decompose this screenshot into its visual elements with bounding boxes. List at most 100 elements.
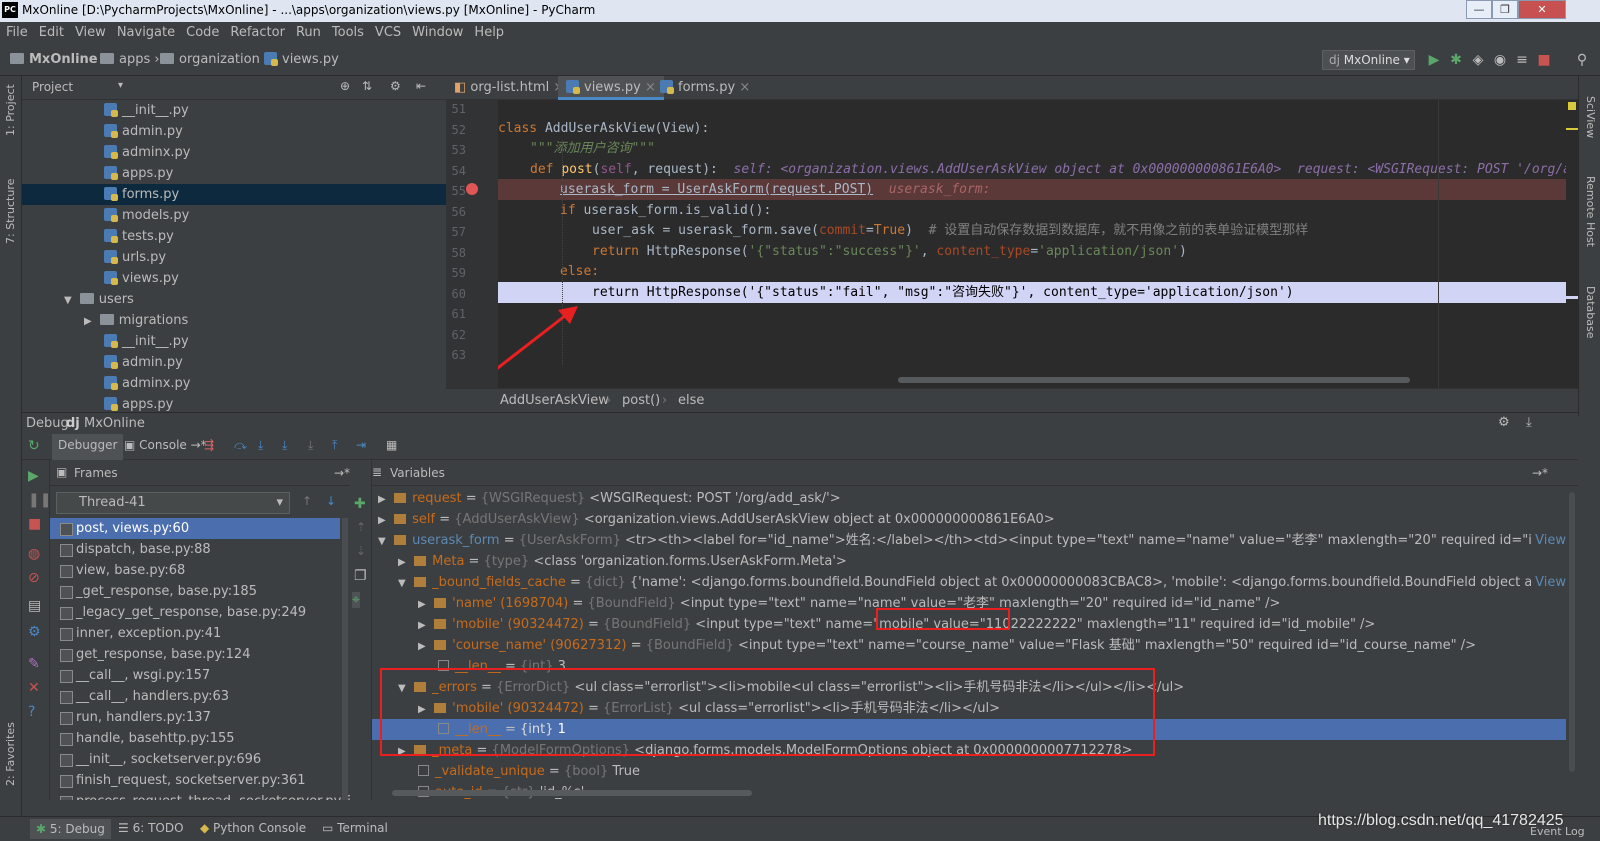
profile-icon[interactable]: ◉ (1492, 52, 1508, 68)
run-config-select[interactable]: dj MxOnline ▾ (1322, 50, 1415, 70)
step-into-my-code-icon[interactable]: ⤓ (282, 438, 287, 453)
frame-item[interactable]: run, handlers.py:137 (50, 707, 340, 728)
frame-item[interactable]: process_request_thread, socketserver.py:… (50, 791, 350, 800)
close-window-button[interactable]: ✕ (1518, 0, 1566, 19)
coverage-icon[interactable]: ◈ (1470, 52, 1486, 68)
frame-item[interactable]: get_response, base.py:124 (50, 644, 340, 665)
project-panel-title[interactable]: Project (32, 80, 73, 94)
locate-icon[interactable]: ⊕ (340, 79, 350, 93)
show-execution-point-icon[interactable]: ⇶ (204, 438, 214, 452)
code-editor[interactable]: class AddUserAskView(View): """添加用户咨询"""… (498, 100, 1566, 388)
view-breakpoints-icon[interactable]: ◍ (28, 546, 40, 562)
new-watch-icon[interactable]: ✚ (354, 496, 366, 512)
copy-icon[interactable]: ❐ (354, 568, 367, 584)
view-link[interactable]: View (1531, 530, 1566, 551)
pin-icon[interactable]: ✎ (28, 656, 40, 672)
menu-window[interactable]: Window (406, 22, 468, 40)
tree-item[interactable]: adminx.py (22, 142, 446, 163)
chevron-right-icon[interactable]: ▶ (418, 615, 430, 636)
frame-item[interactable]: __call__, wsgi.py:157 (50, 665, 340, 686)
breadcrumb-project[interactable]: MxOnline › (10, 52, 107, 67)
step-into-icon[interactable]: ⤓ (258, 438, 263, 453)
next-frame-icon[interactable]: ↓ (326, 494, 336, 508)
frame-item[interactable]: handle, basehttp.py:155 (50, 728, 340, 749)
variable-row[interactable]: ▶ self = {AddUserAskView} <organization.… (372, 509, 1566, 530)
menu-run[interactable]: Run (290, 22, 326, 40)
move-down-icon[interactable]: ⇣ (356, 544, 366, 558)
frame-item-selected[interactable]: post, views.py:60 (50, 518, 340, 539)
tree-item[interactable]: admin.py (22, 352, 446, 373)
tab-org-list[interactable]: ◧ org-list.html × (446, 76, 572, 100)
frame-item[interactable]: dispatch, base.py:88 (50, 539, 340, 560)
menu-vcs[interactable]: VCS (369, 22, 406, 40)
close-icon[interactable]: × (739, 80, 750, 95)
hide-icon[interactable]: ⇤ (416, 79, 426, 93)
collapse-icon[interactable]: ⇅ (362, 79, 372, 93)
debug-icon[interactable]: ✱ (1448, 52, 1464, 68)
chevron-right-icon[interactable]: ▶ (418, 636, 430, 657)
gear-icon[interactable]: ⚙ (390, 79, 401, 93)
tab-terminal[interactable]: ▭ Terminal (322, 821, 388, 835)
show-watches-icon[interactable]: ⌖ (352, 592, 360, 608)
rerun-icon[interactable]: ↻ (28, 438, 40, 454)
run-icon[interactable]: ▶ (1426, 52, 1442, 68)
force-step-into-icon[interactable]: ⤓ (308, 438, 313, 453)
breadcrumb-apps[interactable]: apps › (100, 52, 160, 67)
help-icon[interactable]: ? (28, 704, 35, 720)
remote-host-tool-tab[interactable]: Remote Host (1584, 176, 1597, 247)
structure-tool-tab[interactable]: 7: Structure (4, 179, 17, 244)
close-icon[interactable]: ✕ (28, 680, 40, 696)
sciview-tool-tab[interactable]: SciView (1584, 96, 1597, 138)
tree-item[interactable]: admin.py (22, 121, 446, 142)
evaluate-expression-icon[interactable]: ▦ (386, 438, 397, 452)
project-tool-tab[interactable]: 1: Project (4, 84, 17, 136)
tree-item[interactable]: views.py (22, 268, 446, 289)
menu-help[interactable]: Help (468, 22, 509, 40)
maximize-button[interactable]: ❐ (1492, 0, 1518, 19)
crumb-else[interactable]: else (678, 393, 704, 408)
build-icon[interactable]: ≡ (1514, 52, 1530, 68)
menu-refactor[interactable]: Refactor (224, 22, 290, 40)
view-link[interactable]: View (1531, 572, 1566, 593)
tab-debug[interactable]: ✱ 5: Debug (30, 819, 111, 839)
menu-edit[interactable]: Edit (33, 22, 69, 40)
frame-item[interactable]: inner, exception.py:41 (50, 623, 340, 644)
chevron-down-icon[interactable]: ▼ (378, 531, 390, 552)
tree-item[interactable]: apps.py (22, 163, 446, 184)
settings-icon[interactable]: ⚙ (28, 624, 41, 640)
crumb-class[interactable]: AddUserAskView (500, 393, 609, 408)
hide-icon[interactable]: ⤓ (1526, 415, 1532, 430)
tree-item[interactable]: tests.py (22, 226, 446, 247)
menu-file[interactable]: File (0, 22, 33, 40)
warning-marker-icon[interactable] (1568, 102, 1576, 110)
tree-item[interactable]: urls.py (22, 247, 446, 268)
variables-vertical-scrollbar[interactable] (1569, 492, 1575, 772)
pin-icon[interactable]: →* (1532, 466, 1548, 480)
chevron-right-icon[interactable]: ▶ (378, 489, 390, 510)
move-up-icon[interactable]: ⇡ (356, 520, 366, 534)
previous-frame-icon[interactable]: ↑ (302, 494, 312, 508)
variable-row[interactable]: ▶ request = {WSGIRequest} <WSGIRequest: … (372, 488, 1566, 509)
frame-item[interactable]: __call__, handlers.py:63 (50, 686, 340, 707)
chevron-down-icon[interactable]: ▼ (398, 573, 410, 594)
crumb-method[interactable]: post() (622, 393, 660, 408)
breadcrumb-views[interactable]: views.py (264, 52, 339, 67)
frame-item[interactable]: _get_response, base.py:185 (50, 581, 340, 602)
tree-item-selected[interactable]: forms.py (22, 184, 446, 205)
tab-debugger[interactable]: Debugger (52, 434, 124, 460)
variables-horizontal-scrollbar[interactable] (392, 790, 752, 796)
run-to-cursor-icon[interactable]: ⇥ (356, 438, 366, 452)
step-over-icon[interactable]: ⤼ (234, 438, 247, 453)
variable-row[interactable]: ▶ 'course_name' (90627312) = {BoundField… (372, 635, 1566, 656)
gear-icon[interactable]: ⚙ (1498, 415, 1510, 430)
minimize-button[interactable]: — (1466, 0, 1492, 19)
mute-breakpoints-icon[interactable]: ⊘ (28, 570, 40, 586)
chevron-right-icon[interactable]: ▶ (418, 594, 430, 615)
frame-item[interactable]: __init__, socketserver.py:696 (50, 749, 340, 770)
chevron-right-icon[interactable]: ▶ (398, 552, 410, 573)
pause-icon[interactable]: ❚❚ (28, 492, 51, 508)
tab-views[interactable]: views.py × (558, 76, 664, 100)
tree-item[interactable]: apps.py (22, 394, 446, 412)
menu-tools[interactable]: Tools (326, 22, 369, 40)
error-stripe[interactable] (1566, 100, 1578, 388)
